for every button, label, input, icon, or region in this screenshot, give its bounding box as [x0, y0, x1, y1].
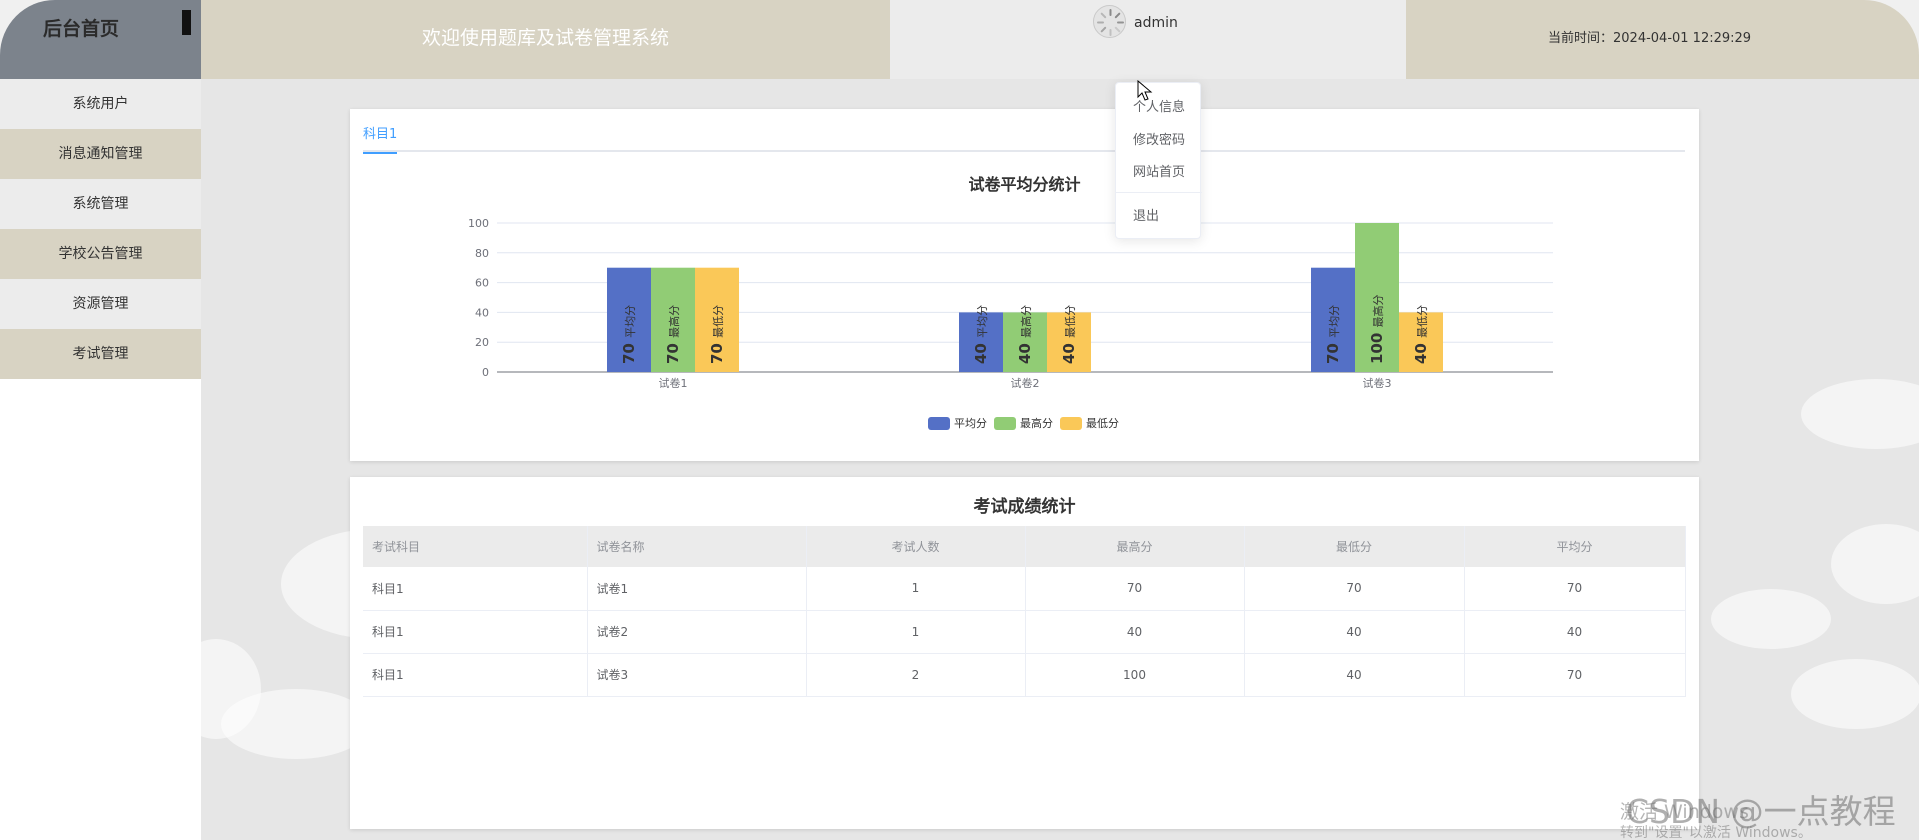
- dropdown-change-password[interactable]: 修改密码: [1133, 129, 1185, 148]
- header-paper-name[interactable]: 试卷名称: [587, 526, 807, 567]
- score-table: 考试科目 试卷名称 考试人数 最高分 最低分 平均分 科目1 试卷1 1 70 …: [363, 526, 1686, 697]
- header-subject[interactable]: 考试科目: [363, 526, 588, 567]
- legend-label: 最低分: [1086, 417, 1119, 430]
- brand-title[interactable]: 后台首页: [43, 14, 119, 41]
- avatar[interactable]: [1093, 5, 1126, 38]
- windows-activation-hint: 转到"设置"以激活 Windows。: [1620, 825, 1812, 840]
- background-bubble: [1791, 659, 1919, 729]
- top-header: 后台首页 欢迎使用题库及试卷管理系统 admin 当前时间：2024-04-01…: [0, 0, 1919, 79]
- cell-paper-name: 试卷2: [587, 610, 807, 654]
- x-tick-label: 试卷3: [1363, 376, 1392, 390]
- background-bubble: [1711, 589, 1831, 649]
- sidebar-item-system-management[interactable]: 系统管理: [0, 179, 201, 229]
- score-table-card: 考试成绩统计 考试科目 试卷名称 考试人数 最高分 最低分 平均分 科目1 试卷…: [350, 477, 1699, 829]
- table-row: 科目1 试卷1 1 70 70 70: [363, 567, 1686, 611]
- sidebar-item-exams[interactable]: 考试管理: [0, 329, 201, 379]
- y-tick-label: 100: [468, 217, 489, 230]
- score-table-wrapper: 考试科目 试卷名称 考试人数 最高分 最低分 平均分 科目1 试卷1 1 70 …: [363, 526, 1686, 697]
- brand-area: 后台首页: [0, 0, 201, 79]
- sidebar-item-school-announcements[interactable]: 学校公告管理: [0, 229, 201, 279]
- y-tick-label: 40: [475, 306, 489, 319]
- cell-avg-score: 70: [1464, 567, 1686, 611]
- x-tick-label: 试卷2: [1011, 376, 1040, 390]
- dropdown-site-home[interactable]: 网站首页: [1133, 161, 1185, 180]
- user-area: admin: [890, 0, 1406, 79]
- table-header-row: 考试科目 试卷名称 考试人数 最高分 最低分 平均分: [363, 526, 1686, 567]
- dropdown-logout[interactable]: 退出: [1133, 205, 1159, 224]
- welcome-banner: 欢迎使用题库及试卷管理系统: [201, 0, 890, 79]
- x-tick-label: 试卷1: [659, 376, 688, 390]
- sidebar-item-system-users[interactable]: 系统用户: [0, 79, 201, 129]
- cell-participants: 1: [806, 567, 1026, 611]
- welcome-text: 欢迎使用题库及试卷管理系统: [421, 27, 669, 49]
- cell-min-score: 40: [1244, 610, 1465, 654]
- header-avg-score[interactable]: 平均分: [1464, 526, 1686, 567]
- header-min-score[interactable]: 最低分: [1244, 526, 1465, 567]
- sidebar: 系统用户 消息通知管理 系统管理 学校公告管理 资源管理 考试管理: [0, 79, 201, 840]
- cell-subject: 科目1: [363, 610, 588, 654]
- cell-subject: 科目1: [363, 567, 588, 611]
- cell-max-score: 70: [1025, 567, 1245, 611]
- time-area: 当前时间：2024-04-01 12:29:29: [1406, 0, 1919, 79]
- cell-participants: 1: [806, 610, 1026, 654]
- user-dropdown-menu: 个人信息 修改密码 网站首页 退出: [1115, 82, 1202, 239]
- legend-swatch: [994, 417, 1016, 430]
- y-tick-label: 0: [482, 366, 489, 379]
- legend-swatch: [1060, 417, 1082, 430]
- cell-paper-name: 试卷3: [587, 653, 807, 697]
- current-time: 当前时间：2024-04-01 12:29:29: [1548, 31, 1752, 46]
- loading-spinner-icon: [1097, 9, 1124, 36]
- sidebar-item-resources[interactable]: 资源管理: [0, 279, 201, 329]
- cell-min-score: 70: [1244, 567, 1465, 611]
- legend-swatch: [928, 417, 950, 430]
- chart-card: 科目1 试卷平均分统计 0 20 40 60 80 100 70 平均分 70 最高分 70 最…: [350, 109, 1699, 461]
- y-tick-label: 80: [475, 247, 489, 260]
- y-tick-label: 20: [475, 336, 489, 349]
- table-row: 科目1 试卷3 2 100 40 70: [363, 653, 1686, 697]
- cell-subject: 科目1: [363, 653, 588, 697]
- cell-max-score: 100: [1025, 653, 1245, 697]
- background-bubble: [1831, 524, 1919, 604]
- cell-min-score: 40: [1244, 653, 1465, 697]
- cell-max-score: 40: [1025, 610, 1245, 654]
- header-max-score[interactable]: 最高分: [1025, 526, 1245, 567]
- table-row: 科目1 试卷2 1 40 40 40: [363, 610, 1686, 654]
- legend-label: 平均分: [954, 417, 987, 430]
- background-bubble: [1801, 379, 1919, 449]
- dropdown-divider: [1116, 192, 1202, 193]
- cell-paper-name: 试卷1: [587, 567, 807, 611]
- cell-avg-score: 40: [1464, 610, 1686, 654]
- username[interactable]: admin: [1134, 15, 1178, 31]
- sidebar-item-notifications[interactable]: 消息通知管理: [0, 129, 201, 179]
- header-participants[interactable]: 考试人数: [806, 526, 1026, 567]
- y-tick-label: 60: [475, 277, 489, 290]
- legend-label: 最高分: [1020, 416, 1053, 430]
- cell-participants: 2: [806, 653, 1026, 697]
- cell-avg-score: 70: [1464, 653, 1686, 697]
- mouse-cursor-icon: [1137, 80, 1153, 101]
- table-title: 考试成绩统计: [973, 497, 1076, 517]
- bar-chart: 02040608010070 平均分70 最高分70 最低分试卷140 平均分4…: [468, 217, 1553, 430]
- menu-toggle-icon[interactable]: [182, 10, 191, 35]
